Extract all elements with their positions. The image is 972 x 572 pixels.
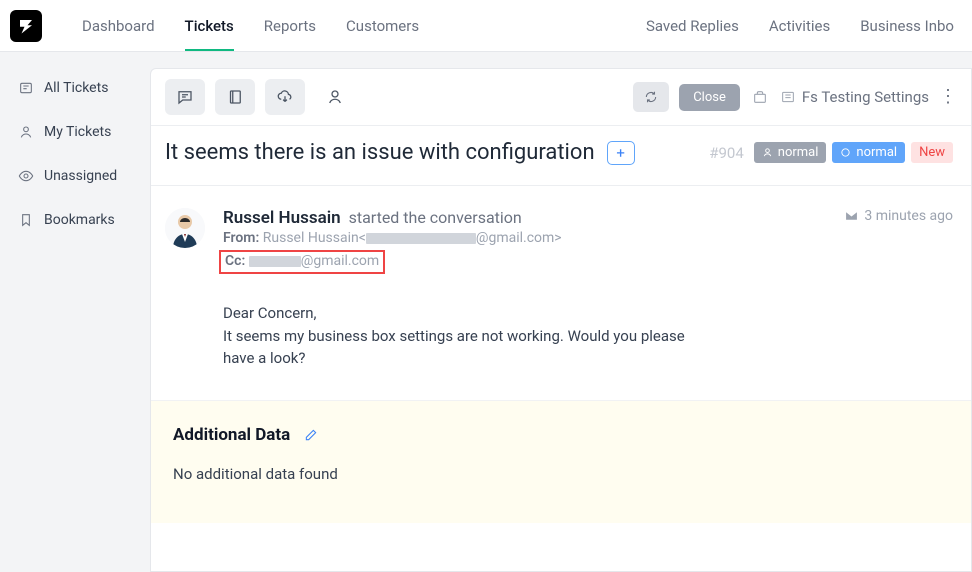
close-button[interactable]: Close <box>679 84 740 111</box>
refresh-button[interactable] <box>633 82 669 112</box>
nav-reports[interactable]: Reports <box>264 0 316 51</box>
from-suffix: @gmail.com> <box>476 230 562 246</box>
priority-badge[interactable]: normal <box>754 142 827 163</box>
subject-row: It seems there is an issue with configur… <box>151 126 971 186</box>
person-small-icon <box>762 147 773 158</box>
assignee-button[interactable] <box>315 79 355 115</box>
from-label: From: <box>223 230 259 246</box>
archive-button[interactable] <box>750 87 770 107</box>
eye-icon <box>18 168 34 184</box>
cloud-download-icon <box>276 88 294 106</box>
body-line: It seems my business box settings are no… <box>223 325 693 370</box>
sidebar-item-label: All Tickets <box>44 80 108 96</box>
chat-icon <box>176 88 194 106</box>
subject-text: It seems there is an issue with configur… <box>165 140 595 165</box>
app-logo[interactable] <box>10 10 42 42</box>
message-body: Dear Concern, It seems my business box s… <box>223 302 693 370</box>
message-action: started the conversation <box>349 208 522 227</box>
cc-line: Cc: @gmail.com <box>223 248 953 274</box>
additional-title: Additional Data <box>173 425 290 445</box>
nav-activities[interactable]: Activities <box>769 17 830 35</box>
ticket-subject: It seems there is an issue with configur… <box>165 140 635 165</box>
inbox-icon <box>780 89 796 105</box>
panel-toolbar: Close Fs Testing Settings ⋮ <box>151 69 971 126</box>
message: Russel Hussain started the conversation … <box>151 186 971 400</box>
nav-business-inbox[interactable]: Business Inbo <box>860 17 954 35</box>
edit-additional-button[interactable] <box>304 428 318 442</box>
redacted-cc <box>249 256 301 267</box>
pencil-icon <box>304 428 318 442</box>
content-area: Close Fs Testing Settings ⋮ It seems the… <box>150 52 972 572</box>
notebook-icon <box>226 88 244 106</box>
status-badge[interactable]: normal <box>832 142 905 163</box>
message-time: 3 minutes ago <box>845 208 953 224</box>
sidebar: All Tickets My Tickets Unassigned Bookma… <box>0 52 150 572</box>
sidebar-item-all-tickets[interactable]: All Tickets <box>18 80 150 96</box>
inbox-label: Fs Testing Settings <box>802 88 929 106</box>
top-nav: Dashboard Tickets Reports Customers Save… <box>0 0 972 52</box>
cloud-button[interactable] <box>265 79 305 115</box>
sidebar-item-label: Unassigned <box>44 168 117 184</box>
add-tag-button[interactable]: + <box>607 141 635 165</box>
status-label: normal <box>856 145 897 160</box>
logo-icon <box>17 17 35 35</box>
nav-tickets[interactable]: Tickets <box>185 0 234 51</box>
inbox-link[interactable]: Fs Testing Settings <box>780 88 929 106</box>
ticket-panel: Close Fs Testing Settings ⋮ It seems the… <box>150 68 972 572</box>
sidebar-item-bookmarks[interactable]: Bookmarks <box>18 212 150 228</box>
nav-customers[interactable]: Customers <box>346 0 419 51</box>
body-line: Dear Concern, <box>223 302 693 325</box>
refresh-icon <box>644 90 658 104</box>
redacted-email <box>366 233 476 244</box>
notes-button[interactable] <box>215 79 255 115</box>
nav-saved-replies[interactable]: Saved Replies <box>646 17 739 35</box>
mail-icon <box>845 211 858 221</box>
cc-highlight: Cc: @gmail.com <box>219 250 385 274</box>
more-menu[interactable]: ⋮ <box>939 88 957 106</box>
ticket-badges: #904 normal normal New <box>709 142 953 163</box>
avatar <box>165 208 205 248</box>
bookmark-icon <box>18 212 34 228</box>
archive-icon <box>752 89 768 105</box>
sender-name: Russel Hussain <box>223 208 341 228</box>
person-icon <box>326 88 344 106</box>
cc-suffix: @gmail.com <box>301 253 379 269</box>
sidebar-item-label: My Tickets <box>44 124 111 140</box>
user-icon <box>18 124 34 140</box>
additional-empty: No additional data found <box>173 465 949 483</box>
main-nav: Dashboard Tickets Reports Customers <box>82 0 419 51</box>
sidebar-item-unassigned[interactable]: Unassigned <box>18 168 150 184</box>
ticket-id: #904 <box>709 144 744 162</box>
cc-label: Cc: <box>225 253 245 269</box>
from-line: From: Russel Hussain<@gmail.com> <box>223 230 953 246</box>
time-label: 3 minutes ago <box>864 208 953 224</box>
nav-right: Saved Replies Activities Business Inbo <box>646 17 954 35</box>
priority-label: normal <box>778 145 819 160</box>
nav-dashboard[interactable]: Dashboard <box>82 0 155 51</box>
additional-title-row: Additional Data <box>173 425 949 445</box>
sidebar-item-my-tickets[interactable]: My Tickets <box>18 124 150 140</box>
additional-data-section: Additional Data No additional data found <box>151 400 971 523</box>
sidebar-item-label: Bookmarks <box>44 212 115 228</box>
conversation-button[interactable] <box>165 79 205 115</box>
new-badge: New <box>911 142 953 163</box>
tickets-icon <box>18 80 34 96</box>
avatar-image <box>165 208 205 248</box>
flag-small-icon <box>840 147 851 158</box>
from-name: Russel Hussain <box>263 230 359 246</box>
